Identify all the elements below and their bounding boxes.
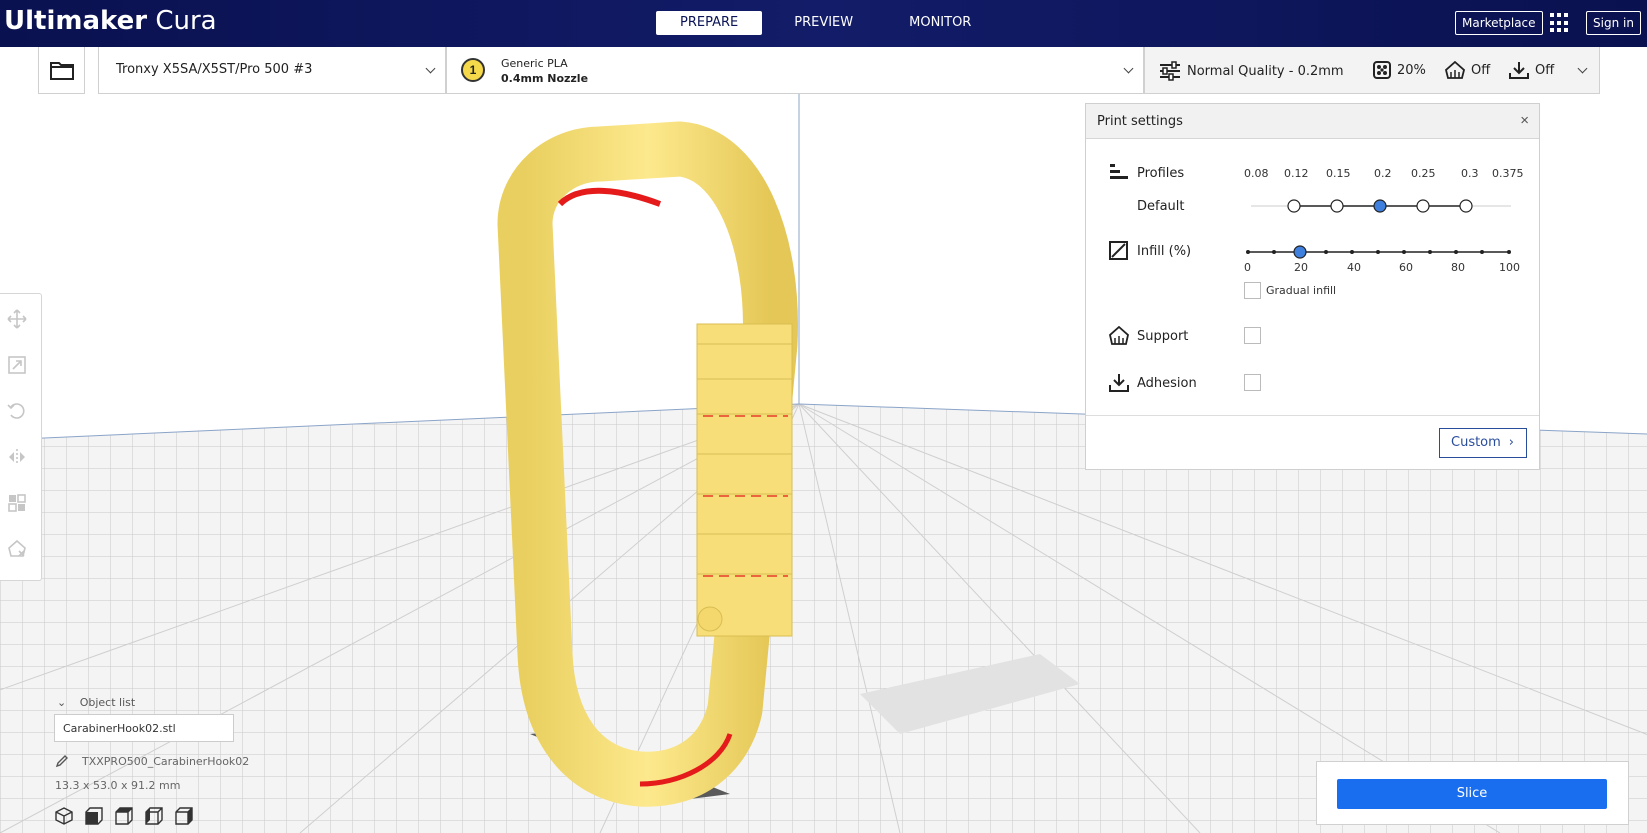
chevron-down-icon[interactable] bbox=[1577, 63, 1588, 74]
layer-height-label: 0.375 bbox=[1492, 167, 1524, 180]
infill-tick-label: 20 bbox=[1294, 261, 1308, 274]
object-list-header: Object list bbox=[79, 696, 136, 709]
tab-preview[interactable]: PREVIEW bbox=[770, 11, 877, 35]
open-file-button[interactable] bbox=[38, 47, 85, 94]
object-list-item[interactable]: CarabinerHook02.stl bbox=[54, 714, 234, 742]
close-icon[interactable]: × bbox=[1520, 112, 1529, 129]
support-summary: Off bbox=[1445, 61, 1490, 79]
rotate-tool-icon[interactable] bbox=[6, 400, 28, 422]
adhesion-summary: Off bbox=[1509, 61, 1554, 79]
marketplace-button[interactable]: Marketplace bbox=[1455, 11, 1543, 35]
per-model-settings-icon[interactable] bbox=[6, 492, 28, 514]
profile-value: Default bbox=[1137, 199, 1185, 214]
infill-icon bbox=[1373, 61, 1391, 79]
infill-tick-label: 60 bbox=[1399, 261, 1413, 274]
move-tool-icon[interactable] bbox=[6, 308, 28, 330]
support-label: Support bbox=[1137, 329, 1189, 344]
layer-height-label: 0.3 bbox=[1461, 167, 1479, 180]
material-selector[interactable]: 1 Generic PLA 0.4mm Nozzle bbox=[446, 47, 1144, 94]
gradual-infill-checkbox[interactable] bbox=[1244, 282, 1261, 299]
sign-in-button[interactable]: Sign in bbox=[1586, 11, 1641, 35]
custom-button-label: Custom bbox=[1451, 435, 1501, 450]
adhesion-label: Adhesion bbox=[1137, 376, 1197, 391]
printer-name: Tronxy X5SA/X5ST/Pro 500 #3 bbox=[116, 62, 313, 77]
infill-tick-label: 40 bbox=[1347, 261, 1361, 274]
logo-text-bold: Ultimaker bbox=[4, 6, 148, 36]
panel-divider bbox=[1086, 415, 1539, 416]
layer-height-label: 0.15 bbox=[1326, 167, 1351, 180]
tab-prepare[interactable]: PREPARE bbox=[656, 11, 763, 35]
support-blocker-icon[interactable] bbox=[6, 538, 28, 560]
view-orientation-buttons bbox=[55, 807, 193, 825]
chevron-down-icon bbox=[425, 63, 436, 74]
layer-height-label: 0.12 bbox=[1284, 167, 1309, 180]
adhesion-icon bbox=[1509, 62, 1529, 79]
logo-text-light: Cura bbox=[155, 6, 217, 36]
printer-selector[interactable]: Tronxy X5SA/X5ST/Pro 500 #3 bbox=[98, 47, 446, 94]
pencil-icon[interactable] bbox=[55, 754, 69, 768]
layer-height-label: 0.2 bbox=[1374, 167, 1392, 180]
layer-height-slider[interactable] bbox=[1251, 196, 1511, 216]
extruder-badge: 1 bbox=[461, 58, 485, 82]
top-view-icon[interactable] bbox=[115, 807, 133, 825]
stage-tabs: PREPARE PREVIEW MONITOR bbox=[656, 11, 995, 35]
chevron-down-icon: ⌄ bbox=[57, 696, 67, 709]
layer-height-label: 0.08 bbox=[1244, 167, 1269, 180]
material-name: Generic PLA bbox=[501, 57, 568, 70]
chevron-right-icon: › bbox=[1508, 435, 1514, 450]
layer-height-label: 0.25 bbox=[1411, 167, 1436, 180]
support-icon bbox=[1109, 326, 1129, 345]
chevron-down-icon bbox=[1123, 63, 1134, 74]
sliders-icon bbox=[1160, 61, 1180, 81]
infill-slider[interactable] bbox=[1246, 242, 1511, 262]
folder-icon bbox=[49, 62, 74, 80]
tool-panel bbox=[0, 293, 42, 581]
print-settings-title: Print settings bbox=[1086, 104, 1539, 139]
adhesion-icon bbox=[1109, 374, 1129, 392]
infill-icon bbox=[1109, 241, 1128, 260]
left-view-icon[interactable] bbox=[145, 807, 163, 825]
adhesion-text: Off bbox=[1535, 62, 1555, 78]
support-text: Off bbox=[1471, 62, 1491, 78]
mirror-tool-icon[interactable] bbox=[6, 446, 28, 468]
apps-grid-icon[interactable] bbox=[1550, 13, 1570, 33]
infill-text: 20% bbox=[1397, 62, 1426, 78]
infill-label: Infill (%) bbox=[1137, 244, 1192, 259]
front-view-icon[interactable] bbox=[85, 807, 103, 825]
infill-tick-label: 80 bbox=[1451, 261, 1465, 274]
infill-tick-label: 100 bbox=[1499, 261, 1520, 274]
profiles-label: Profiles bbox=[1137, 166, 1185, 181]
slice-panel: Slice bbox=[1316, 761, 1629, 825]
3d-view-icon[interactable] bbox=[55, 807, 73, 825]
model-dimensions: 13.3 x 53.0 x 91.2 mm bbox=[55, 779, 181, 792]
app-logo: Ultimaker Cura bbox=[4, 6, 217, 36]
infill-summary: 20% bbox=[1373, 61, 1426, 79]
infill-tick-label: 0 bbox=[1244, 261, 1251, 274]
nozzle-size: 0.4mm Nozzle bbox=[501, 72, 589, 85]
adhesion-checkbox[interactable] bbox=[1244, 374, 1261, 391]
quality-text: Normal Quality - 0.2mm bbox=[1187, 63, 1344, 79]
slice-button[interactable]: Slice bbox=[1337, 779, 1607, 809]
right-view-icon[interactable] bbox=[175, 807, 193, 825]
quality-summary: Normal Quality - 0.2mm bbox=[1159, 61, 1344, 81]
app-header: Ultimaker Cura PREPARE PREVIEW MONITOR M… bbox=[0, 0, 1647, 47]
custom-settings-button[interactable]: Custom › bbox=[1439, 428, 1527, 458]
support-icon bbox=[1445, 61, 1465, 79]
print-settings-bar[interactable]: Normal Quality - 0.2mm 20% Off Off bbox=[1144, 47, 1600, 94]
job-name: TXXPRO500_CarabinerHook02 bbox=[82, 755, 250, 768]
tab-monitor[interactable]: MONITOR bbox=[885, 11, 995, 35]
scale-tool-icon[interactable] bbox=[6, 354, 28, 376]
support-checkbox[interactable] bbox=[1244, 327, 1261, 344]
object-list-toggle[interactable]: ⌄ Object list bbox=[57, 696, 135, 709]
profiles-icon bbox=[1110, 164, 1128, 179]
print-settings-panel: Print settings × Profiles Default 0.08 0… bbox=[1085, 103, 1540, 470]
gradual-infill-label: Gradual infill bbox=[1266, 284, 1337, 297]
